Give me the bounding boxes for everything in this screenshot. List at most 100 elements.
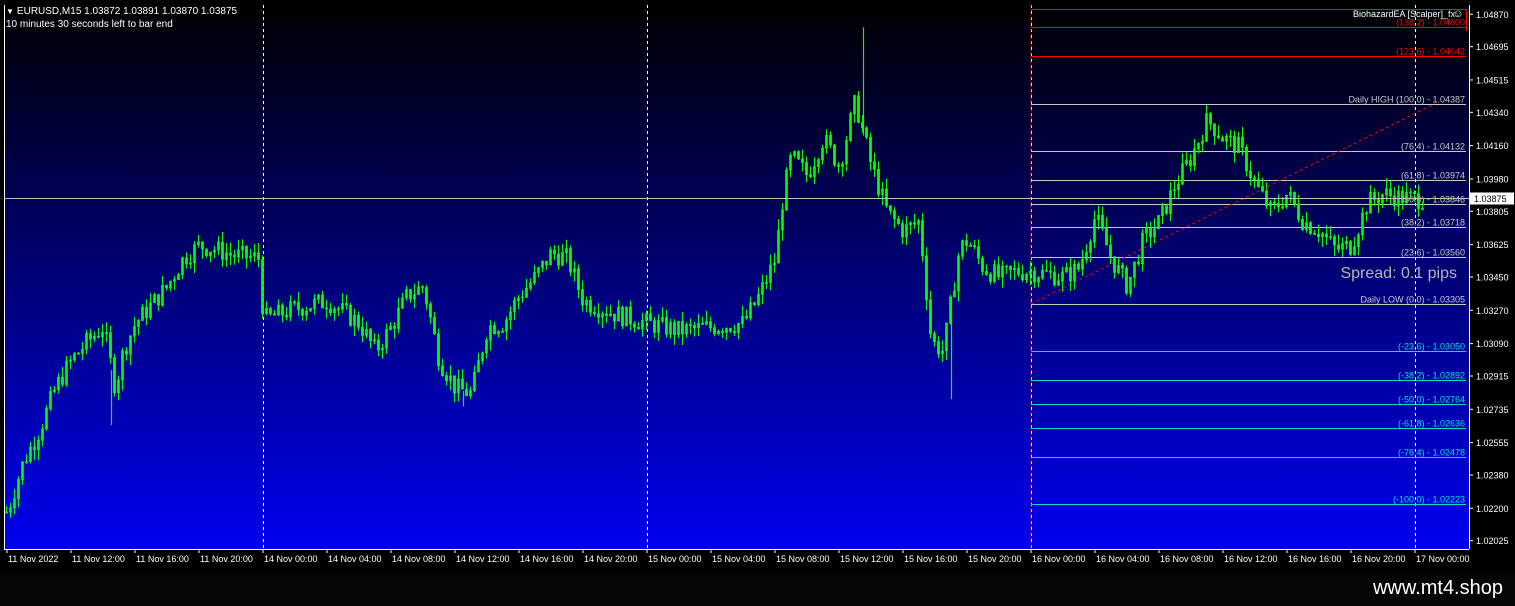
collapse-triangle-icon[interactable]: ▼ <box>6 7 14 16</box>
candle-body <box>221 241 224 260</box>
candle-body <box>1349 240 1352 255</box>
fib-level-label: (61.8) - 1.03974 <box>1401 171 1465 181</box>
time-tick-label: 14 Nov 04:00 <box>328 554 382 564</box>
candle-body <box>1049 270 1052 273</box>
candle-body <box>1245 146 1248 172</box>
time-tick-label: 11 Nov 12:00 <box>72 554 125 564</box>
candle-body <box>1401 190 1404 204</box>
candle-body <box>557 253 560 266</box>
candle-body <box>493 325 496 335</box>
candle-body <box>897 218 900 224</box>
candle-body <box>1009 265 1012 271</box>
candle-body <box>1241 136 1244 148</box>
candle-body <box>357 314 360 328</box>
candle-body <box>105 332 108 334</box>
candle-body <box>889 205 892 211</box>
candle-body <box>637 326 640 330</box>
time-tick-label: 11 Nov 16:00 <box>136 554 189 564</box>
candle-body <box>97 335 100 338</box>
price-tick-label: 1.04515 <box>1476 75 1509 85</box>
candle-body <box>997 264 1000 278</box>
candle-body <box>597 313 600 318</box>
candle-body <box>1017 267 1020 275</box>
time-tick-label: 11 Nov 20:00 <box>200 554 253 564</box>
fib-level-label: (123.6) - 1.04642 <box>1396 47 1465 57</box>
candle-body <box>465 388 468 397</box>
candle-body <box>649 313 652 321</box>
candle-body <box>1233 135 1236 154</box>
candle-body <box>545 260 548 266</box>
price-tick-label: 1.04870 <box>1476 10 1509 20</box>
candle-body <box>985 271 988 275</box>
time-tick-label: 15 Nov 04:00 <box>712 554 766 564</box>
candle-body <box>165 284 168 288</box>
price-tick-label: 1.02915 <box>1476 371 1509 381</box>
fib-level-label: (-61.8) - 1.02636 <box>1398 419 1465 429</box>
candle-body <box>1113 256 1116 273</box>
fib-level-label: Daily LOW (0.0) - 1.03305 <box>1360 295 1465 305</box>
time-tick-label: 14 Nov 00:00 <box>264 554 318 564</box>
price-axis <box>1469 0 1515 571</box>
price-tick-label: 1.04160 <box>1476 141 1509 151</box>
price-tick-label: 1.02380 <box>1476 470 1509 480</box>
time-tick-label: 16 Nov 00:00 <box>1032 554 1086 564</box>
candle-body <box>1213 123 1216 137</box>
candle-body <box>589 300 592 313</box>
candle-body <box>885 188 888 207</box>
candle-body <box>257 252 260 260</box>
candle-body <box>329 308 332 314</box>
candle-body <box>281 304 284 316</box>
time-tick-label: 14 Nov 08:00 <box>392 554 446 564</box>
candle-body <box>269 308 272 314</box>
price-tick-label: 1.02555 <box>1476 438 1509 448</box>
candle-body <box>285 314 288 318</box>
candle-body <box>109 332 112 358</box>
time-tick-label: 15 Nov 00:00 <box>648 554 702 564</box>
candle-body <box>1325 233 1328 238</box>
candle-body <box>393 325 396 329</box>
candle-body <box>1297 203 1300 220</box>
candle-body <box>929 299 932 335</box>
footer-bar: www.mt4.shop <box>0 571 1515 606</box>
spread-label: Spread: 0.1 pips <box>1340 265 1457 282</box>
candle-body <box>229 252 232 256</box>
price-tick-label: 1.03625 <box>1476 240 1509 250</box>
mt4-chart-window: 1.04870 1.04695 1.04515 1.04340 1.04160 1.039… <box>0 0 1515 606</box>
smiley-icon[interactable]: ☺ <box>1452 8 1464 20</box>
candle-body <box>901 223 904 238</box>
candle-body <box>729 328 732 332</box>
candle-body <box>877 168 880 195</box>
candle-body <box>145 306 148 318</box>
candle-body <box>553 249 556 255</box>
candle-body <box>325 307 328 310</box>
price-tick-label: 1.04695 <box>1476 42 1509 52</box>
candle-body <box>1105 227 1108 246</box>
time-tick-label: 16 Nov 20:00 <box>1352 554 1406 564</box>
candle-body <box>1125 267 1128 294</box>
candle-body <box>1101 214 1104 229</box>
candle-body <box>1253 177 1256 180</box>
candle-body <box>1137 261 1140 265</box>
candle-body <box>577 268 580 290</box>
candle-body <box>801 158 804 163</box>
candle-body <box>633 323 636 328</box>
watermark-link[interactable]: www.mt4.shop <box>1373 576 1503 600</box>
time-tick-label: 11 Nov 2022 <box>8 554 58 564</box>
fib-level-label: (-100.0) - 1.02223 <box>1393 495 1465 505</box>
candle-body <box>445 375 448 382</box>
chart-area <box>4 5 1469 549</box>
candle-body <box>1209 113 1212 125</box>
candle-body <box>653 320 656 333</box>
candle-body <box>429 303 432 318</box>
price-chart[interactable]: 1.04870 1.04695 1.04515 1.04340 1.04160 1.039… <box>0 0 1515 571</box>
candle-body <box>301 309 304 316</box>
candle-body <box>937 341 940 355</box>
candle-body <box>1261 186 1264 192</box>
candle-body <box>721 330 724 333</box>
candle-body <box>125 350 128 355</box>
candle-body <box>833 144 836 166</box>
candle-body <box>261 259 264 314</box>
candle-body <box>1333 236 1336 246</box>
candle-body <box>809 174 812 177</box>
time-tick-label: 16 Nov 08:00 <box>1160 554 1214 564</box>
